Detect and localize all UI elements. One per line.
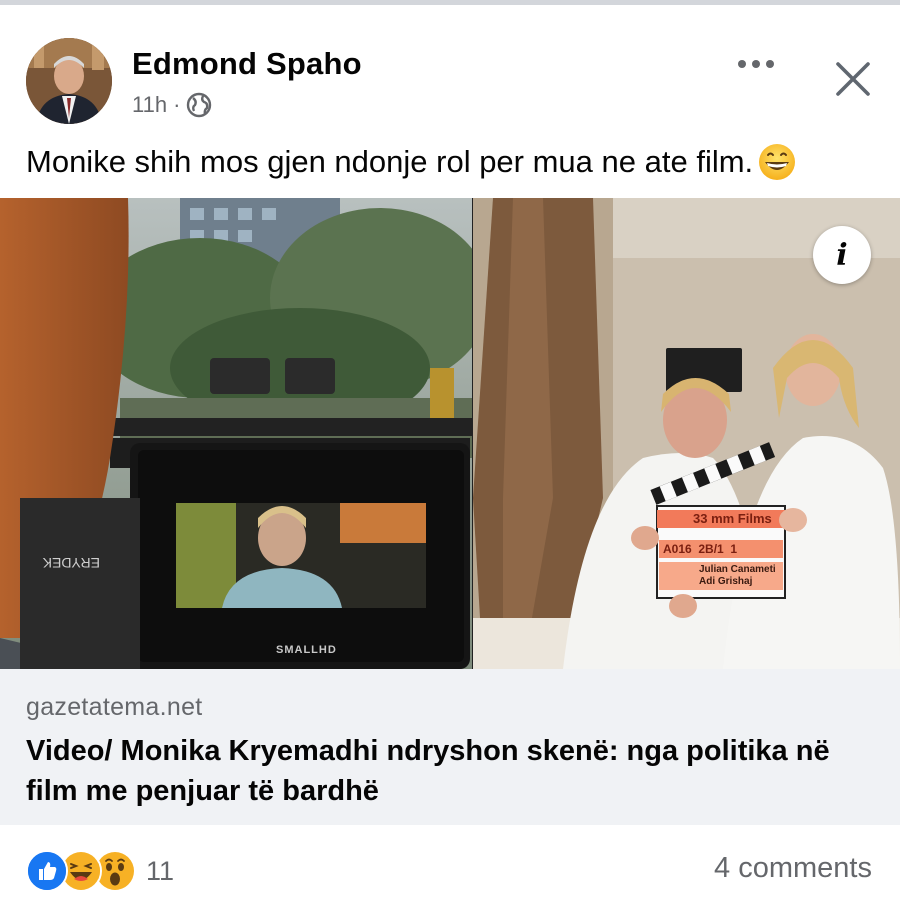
clapper-scene: A016 2B/1 1 bbox=[663, 542, 738, 556]
reaction-count: 11 bbox=[146, 855, 175, 886]
post-time[interactable]: 11h bbox=[132, 92, 167, 118]
comments-count[interactable]: 4 comments bbox=[714, 852, 872, 885]
link-preview[interactable]: gazetatema.net Video/ Monika Kryemadhi n… bbox=[0, 669, 900, 825]
clapper-title: 33 mm Films bbox=[693, 511, 772, 526]
grinning-face-icon bbox=[757, 142, 797, 182]
close-button[interactable] bbox=[830, 56, 876, 102]
link-domain: gazetatema.net bbox=[26, 693, 203, 721]
monitor-brand-label: SMALLHD bbox=[276, 644, 337, 656]
more-options-button[interactable] bbox=[736, 52, 776, 82]
info-button[interactable]: i bbox=[813, 226, 871, 284]
author-name[interactable]: Edmond Spaho bbox=[132, 46, 362, 82]
photo-camera-monitor: ERYDEK SMALLHD bbox=[0, 198, 490, 669]
top-divider bbox=[0, 0, 900, 12]
globe-icon[interactable] bbox=[186, 92, 212, 118]
post-message: Monike shih mos gjen ndonje rol per mua … bbox=[26, 144, 754, 179]
reactions-summary[interactable]: 11 bbox=[26, 850, 174, 892]
meta-separator: · bbox=[173, 92, 181, 117]
clapper-camera: Adi Grishaj bbox=[699, 576, 753, 587]
post-photo[interactable]: ERYDEK SMALLHD 33 mm Films A016 2B/1 1 J… bbox=[0, 198, 900, 669]
post-text: Monike shih mos gjen ndonje rol per mua … bbox=[26, 140, 797, 184]
post-header: Edmond Spaho 11h · bbox=[0, 14, 900, 134]
avatar[interactable] bbox=[26, 38, 112, 124]
close-icon bbox=[836, 62, 870, 96]
svg-text:ERYDEK: ERYDEK bbox=[42, 555, 100, 571]
post-meta: 11h · bbox=[132, 92, 212, 118]
like-icon bbox=[26, 850, 68, 892]
info-icon: i bbox=[836, 237, 848, 273]
more-options-icon bbox=[738, 60, 774, 68]
link-title[interactable]: Video/ Monika Kryemadhi ndryshon skenë: … bbox=[26, 731, 886, 811]
clapper-director: Julian Canameti bbox=[699, 564, 776, 575]
post-footer: 11 4 comments bbox=[0, 826, 900, 919]
